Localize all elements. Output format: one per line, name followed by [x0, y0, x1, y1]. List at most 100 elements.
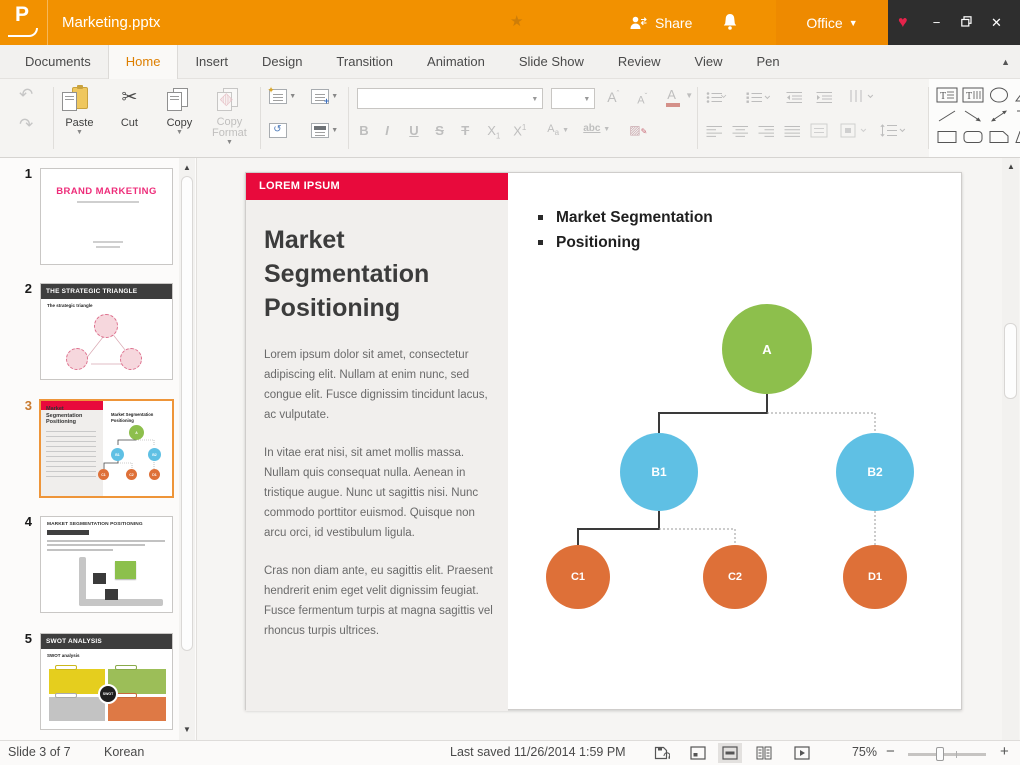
org-node-a[interactable]: A — [722, 304, 812, 394]
autosave-icon[interactable] — [650, 743, 674, 763]
clear-format-button: ▨✎ — [629, 123, 647, 137]
chevron-down-icon: ▼ — [849, 18, 858, 28]
paragraph-group — [698, 79, 928, 157]
shape-rounded-rectangle[interactable] — [960, 126, 986, 147]
redo-button[interactable]: ↷ — [19, 115, 33, 135]
clipboard-group: Paste ▼ ✂ Cut Copy ▼ ▨ Copy Format ▼ — [54, 79, 260, 157]
align-center-button — [732, 125, 749, 138]
tab-documents[interactable]: Documents — [8, 45, 108, 79]
shape-line[interactable] — [934, 105, 960, 126]
slide-thumbnail-5[interactable]: SWOT ANALYSIS SWOT analysis SWOT — [40, 633, 173, 730]
slide-info: Slide 3 of 7 — [8, 745, 71, 759]
zoom-slider-handle[interactable] — [936, 747, 944, 761]
tab-view[interactable]: View — [678, 45, 740, 79]
chevron-down-icon: ▼ — [204, 139, 254, 146]
shapes-group: T T — [929, 79, 1020, 157]
slide-number-4: 4 — [14, 514, 32, 529]
sorter-view-icon[interactable] — [752, 743, 776, 763]
slide-number-3: 3 — [14, 398, 32, 413]
chevron-down-icon: ▼ — [154, 129, 204, 136]
layout-button[interactable]: ▼ — [311, 123, 338, 138]
copy-format-icon: ▨ — [204, 86, 254, 114]
slide-number-1: 1 — [14, 166, 32, 181]
new-slide-button[interactable]: ✦ ▼ — [269, 89, 296, 104]
scrollbar-thumb[interactable] — [181, 176, 193, 651]
tab-animation[interactable]: Animation — [410, 45, 502, 79]
office-menu-button[interactable]: Office ▼ — [776, 0, 888, 45]
thumbnail-scrollbar[interactable]: ▲ ▼ — [179, 158, 195, 740]
org-node-c2[interactable]: C2 — [703, 545, 767, 609]
app-logo[interactable]: P — [0, 0, 48, 45]
minimize-button[interactable]: − — [922, 15, 952, 30]
shape-double-arrow[interactable] — [986, 105, 1012, 126]
slide-view-icon[interactable] — [686, 743, 710, 763]
slide-tools-group: ✦ ▼ + ▼ ↺ ▼ — [261, 79, 348, 157]
heart-icon[interactable]: ♥ — [898, 14, 908, 32]
paste-icon — [54, 86, 104, 114]
chevron-down-icon: ▼ — [289, 93, 296, 100]
paste-button[interactable]: Paste ▼ — [54, 86, 104, 157]
shape-triangle[interactable] — [1012, 84, 1020, 105]
slide-thumbnail-4[interactable]: MARKET SEGMENTATION POSITIONING — [40, 516, 173, 613]
statusbar: Slide 3 of 7 Korean Last saved 11/26/201… — [0, 740, 1020, 765]
layout-icon — [314, 126, 326, 130]
slideshow-icon[interactable] — [790, 743, 814, 763]
close-button[interactable]: ✕ — [982, 15, 1012, 31]
font-name-select[interactable]: ▼ — [357, 88, 543, 109]
language-indicator[interactable]: Korean — [104, 745, 144, 759]
scroll-up-icon[interactable]: ▲ — [1007, 162, 1015, 171]
tab-home[interactable]: Home — [108, 45, 179, 79]
grow-font-button: Aˆ — [607, 89, 619, 105]
org-node-b1[interactable]: B1 — [620, 433, 698, 511]
scrollbar-thumb[interactable] — [1004, 323, 1017, 399]
shape-rectangle[interactable] — [934, 126, 960, 147]
svg-text:T: T — [966, 91, 972, 102]
slide-thumbnail-3-selected[interactable]: Market Segmentation Positioning Market S… — [39, 399, 174, 498]
current-slide[interactable]: LOREM IPSUM Market Segmentation Position… — [245, 172, 962, 710]
slide-thumbnail-2[interactable]: THE STRATEGIC TRIANGLE The strategic tri… — [40, 283, 173, 380]
tab-insert[interactable]: Insert — [178, 45, 245, 79]
undo-button[interactable]: ↶ — [19, 85, 33, 105]
tab-review[interactable]: Review — [601, 45, 678, 79]
restore-button[interactable] — [952, 15, 982, 30]
tab-slide-show[interactable]: Slide Show — [502, 45, 601, 79]
undo-redo-group: ↶ ↷ — [0, 79, 53, 157]
new-slide-icon: ✦ — [267, 85, 275, 96]
line-spacing-button — [880, 123, 907, 138]
reset-slide-button[interactable]: ↺ — [269, 123, 287, 138]
shape-parallelogram[interactable] — [1012, 126, 1020, 147]
org-node-b2[interactable]: B2 — [836, 433, 914, 511]
duplicate-slide-button[interactable]: + ▼ — [311, 89, 338, 104]
shape-ellipse[interactable] — [986, 84, 1012, 105]
shape-arrow[interactable] — [960, 105, 986, 126]
org-node-d1[interactable]: D1 — [843, 545, 907, 609]
tab-pen[interactable]: Pen — [739, 45, 796, 79]
normal-view-icon[interactable] — [718, 743, 742, 763]
zoom-in-button[interactable]: + — [1000, 743, 1009, 760]
scroll-up-icon[interactable]: ▲ — [183, 163, 191, 172]
zoom-slider[interactable] — [908, 753, 986, 756]
shape-snip-rectangle[interactable] — [986, 126, 1012, 147]
share-button[interactable]: Share — [630, 0, 692, 45]
favorite-star-icon[interactable]: ★ — [510, 12, 523, 30]
org-node-c1[interactable]: C1 — [546, 545, 610, 609]
tab-transition[interactable]: Transition — [319, 45, 410, 79]
canvas-scrollbar[interactable]: ▲ — [1002, 158, 1019, 740]
tab-design[interactable]: Design — [245, 45, 319, 79]
shape-elbow-connector[interactable] — [1012, 105, 1020, 126]
font-size-select[interactable]: ▼ — [551, 88, 595, 109]
scroll-down-icon[interactable]: ▼ — [183, 725, 191, 734]
notification-bell-icon[interactable] — [722, 13, 738, 36]
cut-button[interactable]: ✂ Cut — [104, 86, 154, 157]
subscript-button: X1 — [487, 123, 500, 141]
shape-vertical-text-box[interactable]: T — [960, 84, 986, 105]
copy-button[interactable]: Copy ▼ — [154, 86, 204, 157]
text-direction-button — [848, 89, 874, 104]
chevron-down-icon: ▼ — [54, 129, 104, 136]
increase-indent-button — [816, 91, 834, 104]
collapse-ribbon-icon[interactable]: ▲ — [1001, 57, 1010, 67]
slide-thumbnail-1[interactable]: BRAND MARKETING — [40, 168, 173, 265]
document-title: Marketing.pptx — [62, 0, 160, 45]
shape-text-box[interactable]: T — [934, 84, 960, 105]
zoom-out-button[interactable]: − — [886, 743, 895, 760]
